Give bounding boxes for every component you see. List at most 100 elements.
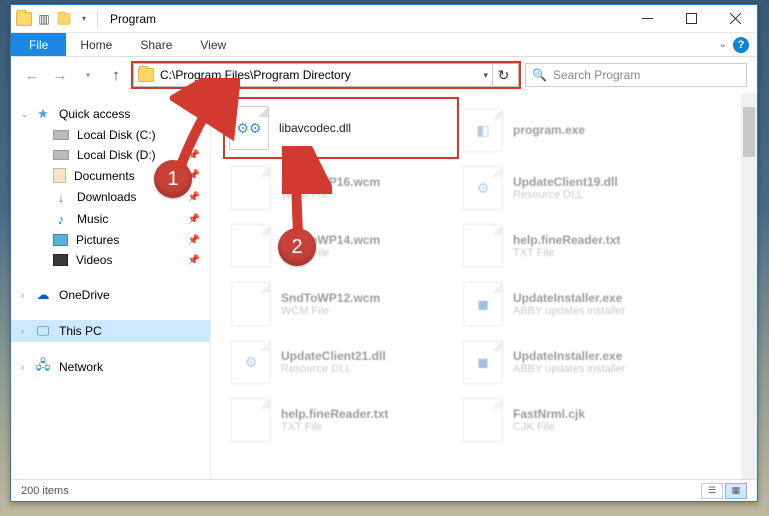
sidebar-item-network[interactable]: ›🖧Network — [11, 356, 210, 378]
file-item[interactable]: ◧program.exe — [459, 101, 691, 159]
sidebar-item-music[interactable]: ♪Music📌 — [11, 208, 210, 230]
txt-file-icon — [231, 398, 271, 442]
chevron-down-icon[interactable]: ▾ — [479, 70, 492, 81]
status-bar: 200 items ☰ ▦ — [11, 479, 757, 501]
pin-icon: 📌 — [188, 255, 200, 266]
monitor-icon: 🖵 — [35, 323, 51, 339]
music-icon: ♪ — [53, 211, 69, 227]
sidebar-item-pictures[interactable]: Pictures📌 — [11, 230, 210, 250]
pin-icon: 📌 — [188, 170, 200, 181]
folder-icon — [138, 68, 154, 82]
sidebar-item-onedrive[interactable]: ›☁OneDrive — [11, 284, 210, 306]
download-icon: ↓ — [53, 189, 69, 205]
separator — [97, 10, 98, 28]
dll-file-icon: ⚙⚙ — [229, 106, 269, 150]
back-button[interactable]: ← — [21, 64, 43, 86]
file-list-pane[interactable]: ⚙⚙ libavcodec.dll ◧program.exe SndToWP16… — [211, 93, 757, 479]
pin-icon: 📌 — [188, 192, 200, 203]
tab-view[interactable]: View — [186, 33, 240, 56]
scrollbar-thumb[interactable] — [743, 107, 755, 157]
help-icon[interactable]: ? — [733, 37, 749, 53]
maximize-button[interactable] — [669, 5, 713, 33]
file-item-highlighted[interactable]: ⚙⚙ libavcodec.dll — [225, 99, 457, 157]
chevron-down-icon: ⌄ — [21, 109, 29, 120]
exe-file-icon: ◼ — [463, 282, 503, 326]
expand-ribbon-icon[interactable]: ⌄ — [719, 39, 727, 50]
quick-access-label: Quick access — [59, 107, 130, 121]
new-folder-icon[interactable] — [55, 10, 73, 28]
pin-icon: 📌 — [188, 130, 200, 141]
file-item[interactable]: SndToWP14.wcmWCM File — [227, 217, 459, 275]
disk-icon — [53, 150, 69, 160]
pictures-icon — [53, 234, 68, 246]
details-view-button[interactable]: ☰ — [701, 483, 723, 499]
exe-file-icon: ◼ — [463, 340, 503, 384]
disk-icon — [53, 130, 69, 140]
window-title: Program — [110, 12, 156, 26]
sidebar-item-this-pc[interactable]: ›🖵This PC — [11, 320, 210, 342]
file-item[interactable]: ◼UpdateInstaller.exeABBY updates install… — [459, 275, 691, 333]
wcm-file-icon — [231, 282, 271, 326]
file-item[interactable]: ⚙UpdateClient19.dllResource DLL — [459, 159, 691, 217]
minimize-button[interactable] — [625, 5, 669, 33]
item-count: 200 items — [21, 485, 69, 497]
sidebar-item-local-disk-c[interactable]: Local Disk (C:)📌 — [11, 125, 210, 145]
wcm-file-icon — [231, 224, 271, 268]
title-bar: ▥ ▾ Program — [11, 5, 757, 33]
sidebar-item-downloads[interactable]: ↓Downloads📌 — [11, 186, 210, 208]
wcm-file-icon — [231, 166, 271, 210]
pin-icon: 📌 — [188, 150, 200, 161]
chevron-right-icon: › — [21, 326, 24, 336]
star-icon: ★ — [35, 106, 51, 122]
document-icon — [53, 168, 66, 183]
dll-file-icon: ⚙ — [463, 166, 503, 210]
pin-icon: 📌 — [188, 214, 200, 225]
explorer-window: ▥ ▾ Program File Home Share View ⌄ ? ← →… — [10, 4, 758, 502]
cjk-file-icon — [463, 398, 503, 442]
window-controls — [625, 5, 757, 33]
videos-icon — [53, 254, 68, 266]
sidebar-item-documents[interactable]: Documents📌 — [11, 165, 210, 186]
file-item[interactable]: SndToWP12.wcmWCM File — [227, 275, 459, 333]
file-item[interactable]: help.fineReader.txtTXT File — [459, 217, 691, 275]
ribbon-tabs: File Home Share View ⌄ ? — [11, 33, 757, 57]
search-placeholder: Search Program — [553, 68, 640, 82]
qat-dropdown-icon[interactable]: ▾ — [75, 10, 93, 28]
refresh-button[interactable]: ↻ — [492, 64, 514, 86]
search-icon: 🔍 — [532, 68, 547, 82]
address-path: C:\Program Files\Program Directory — [160, 68, 479, 82]
properties-icon[interactable]: ▥ — [35, 10, 53, 28]
sidebar-item-local-disk-d[interactable]: Local Disk (D:)📌 — [11, 145, 210, 165]
quick-access-toolbar: ▥ ▾ — [15, 10, 100, 28]
close-button[interactable] — [713, 5, 757, 33]
tab-share[interactable]: Share — [126, 33, 186, 56]
file-item[interactable]: help.fineReader.txtTXT File — [227, 391, 459, 449]
icons-view-button[interactable]: ▦ — [725, 483, 747, 499]
chevron-right-icon: › — [21, 290, 24, 300]
folder-icon — [15, 10, 33, 28]
navigation-pane: ⌄ ★ Quick access Local Disk (C:)📌 Local … — [11, 93, 211, 479]
up-button[interactable]: ↑ — [105, 64, 127, 86]
file-item[interactable]: SndToWP16.wcmWCM File — [227, 159, 459, 217]
address-bar[interactable]: C:\Program Files\Program Directory ▾ ↻ — [133, 63, 519, 87]
forward-button[interactable]: → — [49, 64, 71, 86]
search-input[interactable]: 🔍 Search Program — [525, 63, 747, 87]
exe-file-icon: ◧ — [463, 108, 503, 152]
address-row: ← → ▾ ↑ C:\Program Files\Program Directo… — [11, 57, 757, 93]
file-tab[interactable]: File — [11, 33, 66, 56]
recent-dropdown-icon[interactable]: ▾ — [77, 64, 99, 86]
vertical-scrollbar[interactable] — [741, 93, 757, 479]
file-item[interactable]: ⚙UpdateClient21.dllResource DLL — [227, 333, 459, 391]
txt-file-icon — [463, 224, 503, 268]
tab-home[interactable]: Home — [66, 33, 126, 56]
file-item[interactable]: ◼UpdateInstaller.exeABBY updates install… — [459, 333, 691, 391]
quick-access-header[interactable]: ⌄ ★ Quick access — [11, 103, 210, 125]
file-item[interactable]: FastNrml.cjkCJK File — [459, 391, 691, 449]
file-name: libavcodec.dll — [279, 121, 351, 135]
cloud-icon: ☁ — [35, 287, 51, 303]
dll-file-icon: ⚙ — [231, 340, 271, 384]
sidebar-item-videos[interactable]: Videos📌 — [11, 250, 210, 270]
chevron-right-icon: › — [21, 362, 24, 372]
pin-icon: 📌 — [188, 235, 200, 246]
network-icon: 🖧 — [35, 359, 51, 375]
